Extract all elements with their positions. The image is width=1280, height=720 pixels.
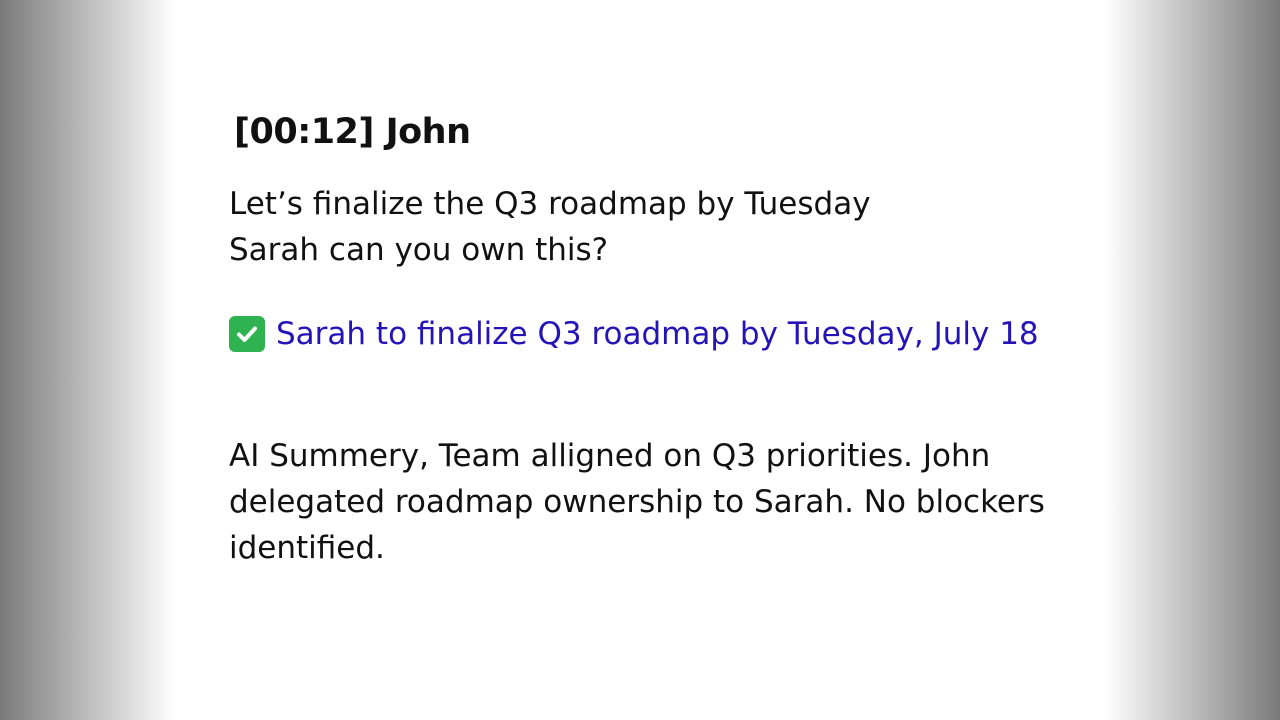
message-line: Let’s finalize the Q3 roadmap by Tuesday [229,186,871,222]
check-icon [229,316,265,352]
transcript-message: Let’s finalize the Q3 roadmap by Tuesday… [229,181,871,273]
action-item: Sarah to finalize Q3 roadmap by Tuesday,… [229,316,1039,352]
action-item-text: Sarah to finalize Q3 roadmap by Tuesday,… [276,316,1039,352]
message-line: Sarah can you own this? [229,232,609,268]
speaker-header: [00:12] John [234,112,471,152]
ai-summary: AI Summery, Team alligned on Q3 prioriti… [229,438,1045,566]
